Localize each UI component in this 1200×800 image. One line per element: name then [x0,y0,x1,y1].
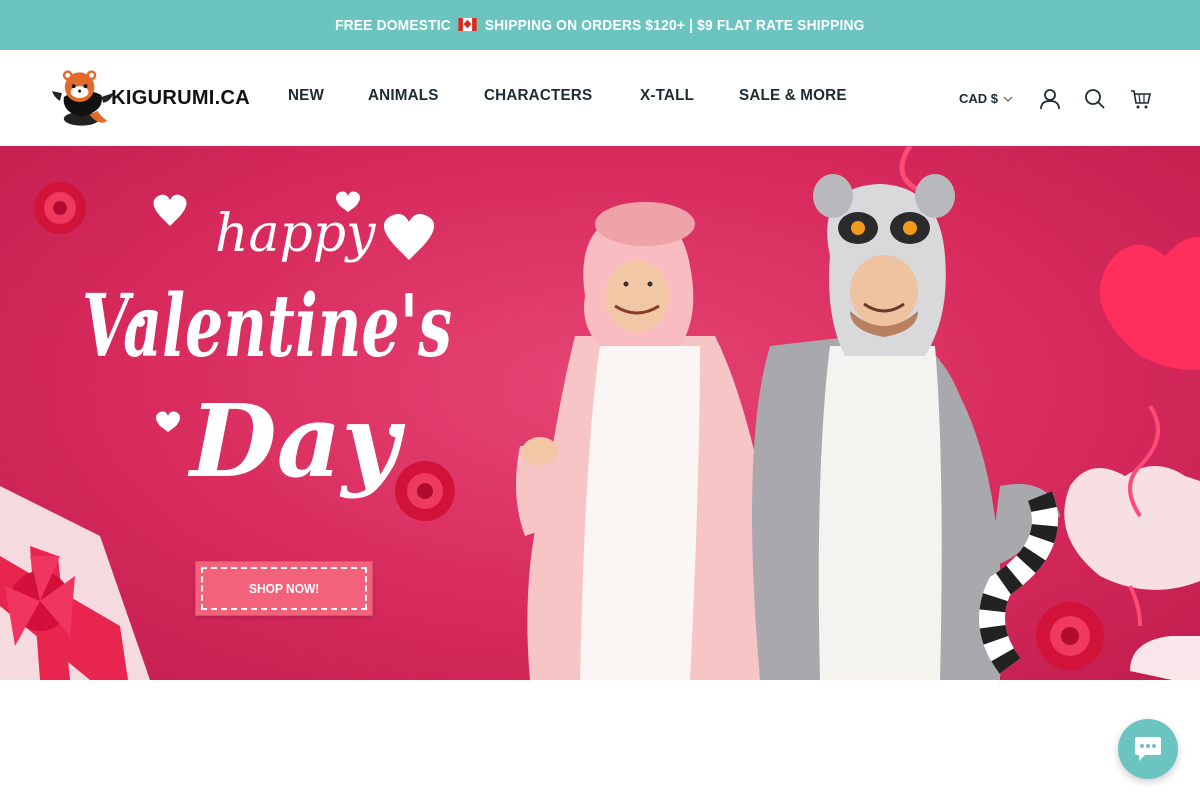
lemur-onesie-model [752,174,1060,680]
announcement-bar: FREE DOMESTIC SHIPPING ON ORDERS $120+ |… [0,0,1200,50]
heart-decoration-icon [383,214,435,260]
site-logo[interactable]: KIGURUMI.CA [50,67,250,129]
nav-x-tall[interactable]: X-TALL [640,87,694,105]
heart-balloon-icon [1100,237,1200,370]
cart-icon[interactable] [1129,87,1153,111]
rose-decoration-icon [1036,602,1104,670]
main-navigation: NEW ANIMALS CHARACTERS X-TALL SALE & MOR… [288,87,894,105]
canada-flag-icon [458,17,478,31]
shop-now-label: SHOP NOW! [248,581,320,596]
hero-headline: happy Valentine's Day [82,204,452,500]
nav-sale-and-more[interactable]: SALE & MORE [739,87,847,105]
alpaca-onesie-model [516,202,790,680]
announcement-text: FREE DOMESTIC SHIPPING ON ORDERS $120+ |… [335,17,865,34]
hero-headline-line2: Valentine's [82,276,452,377]
logo-text: KIGURUMI.CA [111,86,250,109]
hero-headline-line1: happy [215,204,376,264]
nav-characters[interactable]: CHARACTERS [484,87,592,105]
announcement-text-end: SHIPPING ON ORDERS $120+ | $9 FLAT RATE … [484,16,865,34]
red-panda-mascot-icon [51,70,114,126]
currency-selector[interactable]: CAD $ [959,91,1013,106]
rose-decoration-icon [395,461,455,521]
announcement-text-start: FREE DOMESTIC [335,16,452,34]
gift-box-icon [0,486,150,680]
hero-banner[interactable]: happy Valentine's Day SHOP NOW! [0,146,1200,680]
heart-decoration-icon [156,411,180,432]
chat-bubble-icon [1135,737,1161,761]
heart-decoration-icon [153,194,187,226]
shop-now-button[interactable]: SHOP NOW! [195,561,373,616]
hero-artwork: happy Valentine's Day [0,146,1200,680]
heart-balloon-icon [1130,636,1200,680]
search-icon[interactable] [1083,87,1107,111]
currency-label: CAD $ [959,91,999,106]
chevron-down-icon [1003,96,1013,102]
hero-headline-line3: Day [187,382,406,500]
nav-animals[interactable]: ANIMALS [368,87,439,105]
chat-widget-button[interactable] [1118,719,1178,779]
nav-new[interactable]: NEW [288,87,324,105]
rose-decoration-icon [34,182,86,234]
account-icon[interactable] [1038,87,1062,111]
site-header: KIGURUMI.CA NEW ANIMALS CHARACTERS X-TAL… [0,50,1200,146]
